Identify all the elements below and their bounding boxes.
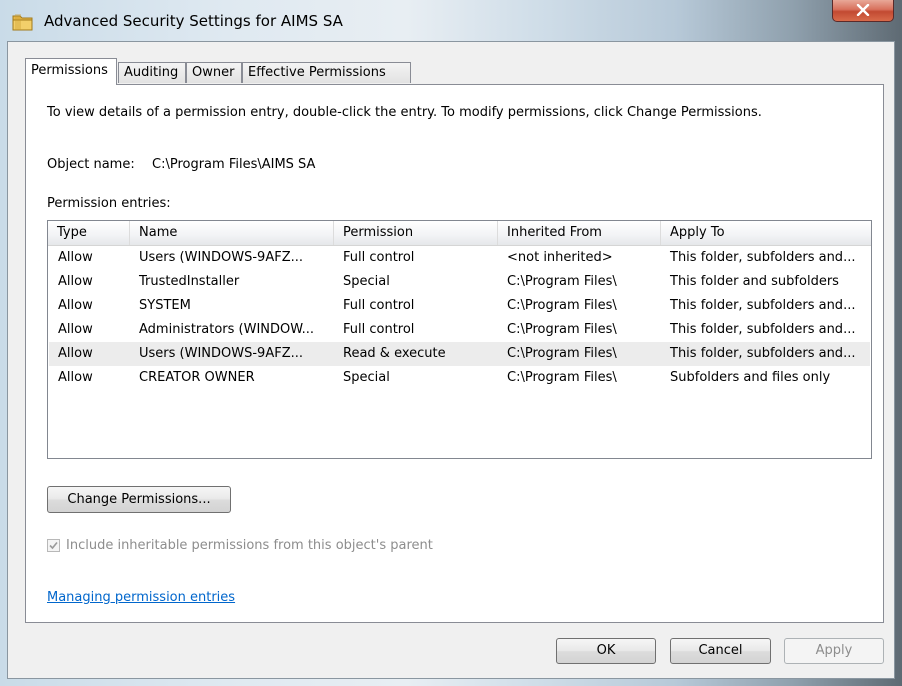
object-name-label: Object name: <box>47 157 135 172</box>
cell-apply-to: This folder, subfolders and... <box>670 250 856 265</box>
permission-entries-label: Permission entries: <box>47 196 171 211</box>
cell-permission: Full control <box>343 298 415 313</box>
inherit-permissions-checkbox[interactable] <box>47 539 60 552</box>
table-row[interactable]: Allow Users (WINDOWS-9AFZ... Full contro… <box>49 246 870 270</box>
column-header-type[interactable]: Type <box>48 221 130 245</box>
cell-permission: Full control <box>343 322 415 337</box>
cell-apply-to: This folder, subfolders and... <box>670 322 856 337</box>
cell-name: CREATOR OWNER <box>139 370 255 385</box>
table-row[interactable]: Allow Administrators (WINDOW... Full con… <box>49 318 870 342</box>
cell-permission: Special <box>343 274 390 289</box>
cell-type: Allow <box>58 322 93 337</box>
tab-permissions[interactable]: Permissions <box>25 58 117 85</box>
cell-inherited-from: C:\Program Files\ <box>507 346 617 361</box>
cell-inherited-from: C:\Program Files\ <box>507 274 617 289</box>
permissions-tab-panel: To view details of a permission entry, d… <box>25 84 884 623</box>
cell-permission: Full control <box>343 250 415 265</box>
instruction-text: To view details of a permission entry, d… <box>47 105 762 120</box>
cell-apply-to: This folder and subfolders <box>670 274 839 289</box>
close-button[interactable] <box>832 0 894 22</box>
cell-name: Administrators (WINDOW... <box>139 322 315 337</box>
cell-inherited-from: C:\Program Files\ <box>507 322 617 337</box>
inherit-permissions-label: Include inheritable permissions from thi… <box>66 538 433 553</box>
cell-type: Allow <box>58 274 93 289</box>
table-row[interactable]: Allow CREATOR OWNER Special C:\Program F… <box>49 366 870 390</box>
managing-permission-entries-link[interactable]: Managing permission entries <box>47 590 235 605</box>
table-row[interactable]: Allow SYSTEM Full control C:\Program Fil… <box>49 294 870 318</box>
cell-type: Allow <box>58 346 93 361</box>
tab-owner[interactable]: Owner <box>186 62 242 83</box>
cell-name: Users (WINDOWS-9AFZ... <box>139 346 304 361</box>
tab-auditing[interactable]: Auditing <box>118 62 186 83</box>
cancel-button[interactable]: Cancel <box>670 638 771 664</box>
cell-inherited-from: C:\Program Files\ <box>507 298 617 313</box>
cell-apply-to: This folder, subfolders and... <box>670 346 856 361</box>
cell-type: Allow <box>58 298 93 313</box>
column-header-apply-to[interactable]: Apply To <box>661 221 871 245</box>
cell-type: Allow <box>58 370 93 385</box>
column-header-inherited-from[interactable]: Inherited From <box>498 221 661 245</box>
table-row[interactable]: Allow TrustedInstaller Special C:\Progra… <box>49 270 870 294</box>
tab-effective-permissions[interactable]: Effective Permissions <box>242 62 411 83</box>
list-header: Type Name Permission Inherited From Appl… <box>48 221 871 246</box>
cell-name: TrustedInstaller <box>139 274 240 289</box>
table-row-selected[interactable]: Allow Users (WINDOWS-9AFZ... Read & exec… <box>49 342 870 366</box>
cell-type: Allow <box>58 250 93 265</box>
cell-permission: Special <box>343 370 390 385</box>
cell-apply-to: This folder, subfolders and... <box>670 298 856 313</box>
cell-inherited-from: <not inherited> <box>507 250 613 265</box>
cell-apply-to: Subfolders and files only <box>670 370 831 385</box>
change-permissions-button[interactable]: Change Permissions... <box>47 486 231 513</box>
title-bar[interactable]: Advanced Security Settings for AIMS SA <box>0 0 902 40</box>
cell-name: SYSTEM <box>139 298 191 313</box>
cell-name: Users (WINDOWS-9AFZ... <box>139 250 304 265</box>
column-header-permission[interactable]: Permission <box>334 221 498 245</box>
permission-entries-list[interactable]: Type Name Permission Inherited From Appl… <box>47 220 872 459</box>
dialog-client-area: Permissions Auditing Owner Effective Per… <box>7 41 895 679</box>
object-name-value: C:\Program Files\AIMS SA <box>152 157 316 172</box>
column-header-name[interactable]: Name <box>130 221 334 245</box>
security-settings-window: Advanced Security Settings for AIMS SA P… <box>0 0 902 686</box>
cell-inherited-from: C:\Program Files\ <box>507 370 617 385</box>
ok-button[interactable]: OK <box>556 638 656 664</box>
window-title: Advanced Security Settings for AIMS SA <box>44 12 343 30</box>
folder-icon <box>12 12 34 32</box>
cell-permission: Read & execute <box>343 346 446 361</box>
apply-button[interactable]: Apply <box>784 638 884 664</box>
